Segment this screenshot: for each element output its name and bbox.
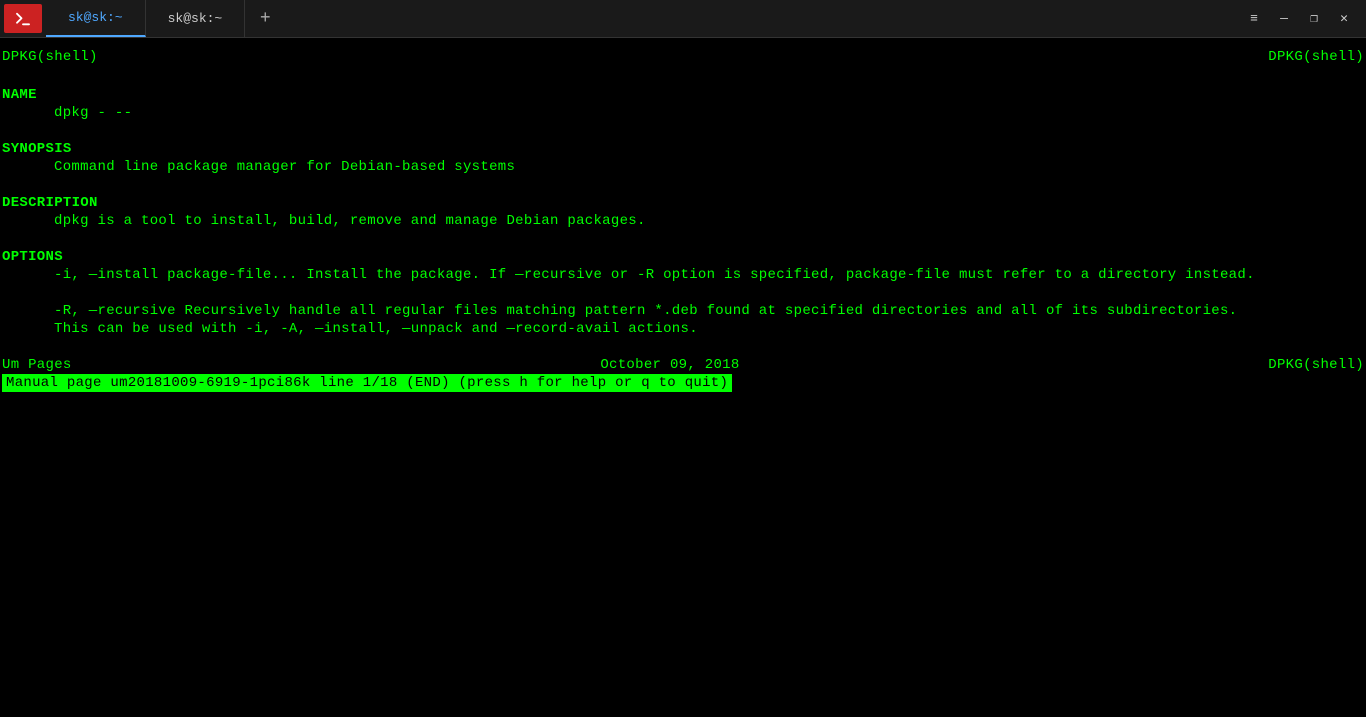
option-recursive-line2: This can be used with -i, -A, —install, … (0, 320, 1366, 338)
section-name: NAME (0, 86, 1366, 104)
man-header-right: DPKG(shell) (1268, 48, 1364, 66)
section-description: DESCRIPTION (0, 194, 1366, 212)
description-text: dpkg is a tool to install, build, remove… (0, 212, 1366, 230)
footer-right: DPKG(shell) (1268, 356, 1364, 374)
man-footer: Um Pages October 09, 2018 DPKG(shell) (0, 356, 1366, 374)
man-header-left: DPKG(shell) (2, 48, 98, 66)
footer-center: October 09, 2018 (600, 356, 739, 374)
option-recursive-line1: -R, —recursive Recursively handle all re… (0, 302, 1366, 320)
tab-inactive[interactable]: sk@sk:~ (146, 0, 246, 37)
close-button[interactable]: ✕ (1336, 11, 1352, 26)
pager-status-line: Manual page um20181009-6919-1pci86k line… (2, 374, 732, 392)
section-options: OPTIONS (0, 248, 1366, 266)
option-install: -i, —install package-file... Install the… (0, 266, 1366, 284)
new-tab-button[interactable]: + (245, 0, 285, 37)
tab-bar: sk@sk:~ sk@sk:~ + (46, 0, 1246, 37)
terminal-app-icon (4, 4, 42, 33)
tab-active[interactable]: sk@sk:~ (46, 0, 146, 37)
synopsis-text: Command line package manager for Debian-… (0, 158, 1366, 176)
man-header: DPKG(shell) DPKG(shell) (0, 38, 1366, 68)
footer-left: Um Pages (2, 356, 72, 374)
section-synopsis: SYNOPSIS (0, 140, 1366, 158)
name-text: dpkg - -- (0, 104, 1366, 122)
minimize-button[interactable]: — (1276, 11, 1292, 26)
terminal-content[interactable]: DPKG(shell) DPKG(shell) NAME dpkg - -- S… (0, 38, 1366, 392)
menu-icon[interactable]: ≡ (1246, 11, 1262, 26)
maximize-button[interactable]: ❐ (1306, 11, 1322, 26)
window-controls: ≡ — ❐ ✕ (1246, 0, 1366, 37)
titlebar: sk@sk:~ sk@sk:~ + ≡ — ❐ ✕ (0, 0, 1366, 38)
